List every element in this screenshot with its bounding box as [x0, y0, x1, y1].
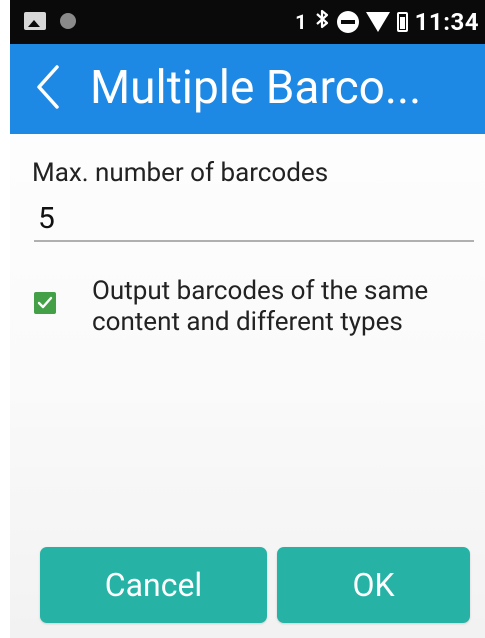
- checkmark-icon: [37, 296, 53, 309]
- status-time: 11:34: [414, 8, 479, 36]
- ok-button[interactable]: OK: [277, 547, 470, 623]
- image-notification-icon: [24, 12, 46, 30]
- max-barcodes-label: Max. number of barcodes: [32, 158, 329, 188]
- output-option-checkbox[interactable]: [34, 292, 56, 314]
- status-bar-notifications: [24, 12, 76, 30]
- sim-indicator: 1: [295, 10, 307, 34]
- status-bar: 1 11:34: [10, 0, 485, 44]
- max-barcodes-input[interactable]: [34, 196, 474, 242]
- cancel-button[interactable]: Cancel: [40, 547, 267, 623]
- status-bar-system-icons: 1 11:34: [295, 7, 479, 37]
- battery-icon: [396, 12, 408, 32]
- wifi-icon: [365, 12, 390, 32]
- bluetooth-icon: [314, 7, 330, 37]
- circle-notification-icon: [60, 13, 76, 29]
- page-title: Multiple Barco...: [90, 61, 422, 115]
- back-button[interactable]: [20, 54, 76, 124]
- do-not-disturb-icon: [336, 11, 359, 33]
- output-option-label: Output barcodes of the same content and …: [92, 276, 429, 337]
- app-bar: Multiple Barco...: [10, 44, 485, 134]
- chevron-left-icon: [33, 63, 63, 115]
- dialog-screen: 1 11:34 Multiple Barco... Max. number of…: [10, 0, 485, 638]
